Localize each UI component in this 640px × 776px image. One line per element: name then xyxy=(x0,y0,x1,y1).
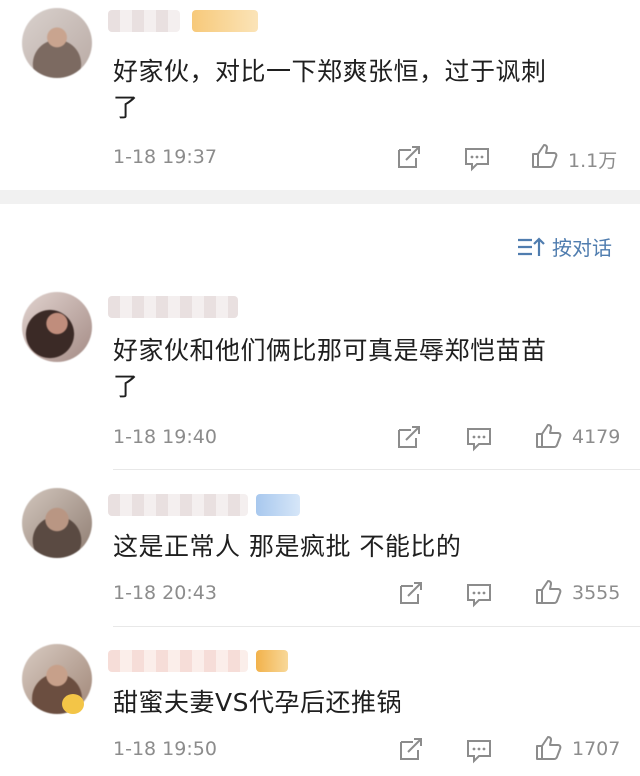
user-badge-blurred xyxy=(256,650,288,672)
like-count: 4179 xyxy=(572,426,621,448)
avatar[interactable] xyxy=(22,292,92,362)
comment-text-line: 好家伙，对比一下郑爽张恒，过于讽刺 xyxy=(113,57,547,86)
comment-text: 好家伙和他们俩比那可真是辱郑恺苗苗 了 xyxy=(113,333,613,405)
comment-icon[interactable] xyxy=(464,146,490,172)
repost-icon[interactable] xyxy=(396,424,422,450)
repost-icon[interactable] xyxy=(396,144,422,170)
repost-icon[interactable] xyxy=(398,736,424,762)
username-blurred[interactable] xyxy=(108,10,180,32)
like-icon[interactable] xyxy=(534,422,562,450)
comment-text: 好家伙，对比一下郑爽张恒，过于讽刺 了 xyxy=(113,54,613,126)
comment-divider xyxy=(113,626,640,627)
comment-icon[interactable] xyxy=(466,426,492,452)
vip-badge-blurred xyxy=(62,694,84,714)
section-divider xyxy=(0,190,640,204)
like-icon[interactable] xyxy=(534,734,562,762)
like-count: 3555 xyxy=(572,582,621,604)
comment-icon[interactable] xyxy=(466,582,492,608)
comment-text-line: 了 xyxy=(113,372,139,401)
comment-text-line: 好家伙和他们俩比那可真是辱郑恺苗苗 xyxy=(113,336,547,365)
repost-icon[interactable] xyxy=(398,580,424,606)
comment-text-line: 这是正常人 那是疯批 不能比的 xyxy=(113,532,462,561)
sort-label: 按对话 xyxy=(552,236,612,260)
comment-time: 1-18 20:43 xyxy=(113,582,217,604)
comment-text: 甜蜜夫妻VS代孕后还推锅 xyxy=(113,685,613,721)
user-badge-blurred xyxy=(192,10,258,32)
like-icon[interactable] xyxy=(530,142,558,170)
comment-time: 1-18 19:50 xyxy=(113,738,217,760)
like-count: 1.1万 xyxy=(568,150,618,172)
comment-text: 这是正常人 那是疯批 不能比的 xyxy=(113,529,613,565)
avatar[interactable] xyxy=(22,8,92,78)
comment-time: 1-18 19:37 xyxy=(113,146,217,168)
username-blurred[interactable] xyxy=(108,494,248,516)
user-badge-blurred xyxy=(256,494,300,516)
sort-icon xyxy=(518,236,545,256)
comment-text-line: 了 xyxy=(113,93,139,122)
comment-divider xyxy=(113,469,640,470)
username-blurred[interactable] xyxy=(108,296,238,318)
comment-icon[interactable] xyxy=(466,738,492,764)
username-blurred[interactable] xyxy=(108,650,248,672)
comment-time: 1-18 19:40 xyxy=(113,426,217,448)
like-count: 1707 xyxy=(572,738,621,760)
like-icon[interactable] xyxy=(534,578,562,606)
sort-by-conversation-button[interactable]: 按对话 xyxy=(516,232,612,261)
comment-text-line: 甜蜜夫妻VS代孕后还推锅 xyxy=(113,688,402,717)
avatar[interactable] xyxy=(22,488,92,558)
